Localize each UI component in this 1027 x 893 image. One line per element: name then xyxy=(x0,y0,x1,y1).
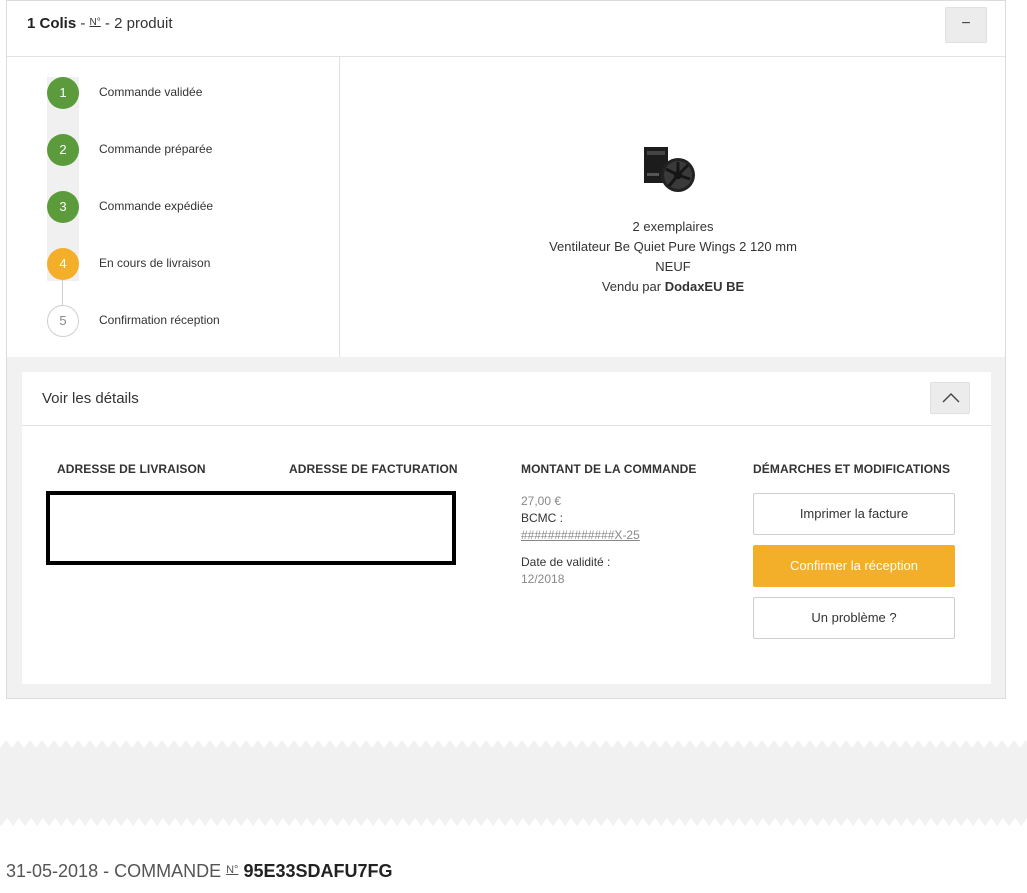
billing-address-header: ADRESSE DE FACTURATION xyxy=(289,462,458,476)
product-quantity: 2 exemplaires xyxy=(632,219,714,234)
order-date: 31-05-2018 xyxy=(6,861,99,881)
product-image[interactable] xyxy=(642,145,698,195)
step-validated: 1 Commande validée xyxy=(47,77,307,109)
minus-icon: − xyxy=(961,15,971,32)
order-header: 31-05-2018 - COMMANDE N° 95E33SDAFU7FG xyxy=(6,861,393,881)
order-label: COMMANDE xyxy=(114,861,227,881)
print-invoice-button[interactable]: Imprimer la facture xyxy=(753,493,955,535)
product-name[interactable]: Ventilateur Be Quiet Pure Wings 2 120 mm xyxy=(341,237,1005,257)
card-number[interactable]: ##############X-25 xyxy=(521,527,640,544)
step-number: 5 xyxy=(47,305,79,337)
product-condition: NEUF xyxy=(655,259,691,274)
zigzag-separator xyxy=(0,740,1027,826)
details-title: Voir les détails xyxy=(42,390,139,407)
details-header[interactable]: Voir les détails xyxy=(22,372,991,426)
package-count: 1 Colis xyxy=(27,15,77,32)
seller-name[interactable]: DodaxEU BE xyxy=(665,279,744,294)
package-product-count: 2 produit xyxy=(114,15,173,32)
package-card: 1 Colis - N° - 2 produit − 1 Commande va… xyxy=(6,0,1006,699)
validity-value: 12/2018 xyxy=(521,572,565,586)
order-number[interactable]: 95E33SDAFU7FG xyxy=(243,861,392,881)
details-section: Voir les détails ADRESSE DE LIVRAISON AD… xyxy=(7,357,1005,698)
step-label: Commande expédiée xyxy=(99,199,214,213)
shipping-address-header: ADRESSE DE LIVRAISON xyxy=(57,462,206,476)
step-shipped: 3 Commande expédiée xyxy=(47,191,307,223)
step-number: 4 xyxy=(47,248,79,280)
report-problem-button[interactable]: Un problème ? xyxy=(753,597,955,639)
step-label: Commande préparée xyxy=(99,142,213,156)
confirm-reception-button[interactable]: Confirmer la réception xyxy=(753,545,955,587)
step-delivering: 4 En cours de livraison xyxy=(47,248,307,280)
step-label: Confirmation réception xyxy=(99,313,220,327)
redacted-addresses xyxy=(46,491,456,565)
step-label: En cours de livraison xyxy=(99,256,211,270)
package-number-label: N° xyxy=(89,17,101,28)
step-number: 1 xyxy=(47,77,79,109)
step-confirmation: 5 Confirmation réception xyxy=(47,305,307,337)
toggle-details-button[interactable] xyxy=(930,382,970,414)
details-panel: Voir les détails ADRESSE DE LIVRAISON AD… xyxy=(22,372,991,684)
order-number-label: N° xyxy=(226,864,239,876)
step-number: 2 xyxy=(47,134,79,166)
order-amount-info: 27,00 € BCMC : ##############X-25 Date d… xyxy=(521,493,640,588)
validity-label: Date de validité : xyxy=(521,555,611,569)
step-label: Commande validée xyxy=(99,85,203,99)
product-summary: 2 exemplaires Ventilateur Be Quiet Pure … xyxy=(341,57,1005,357)
package-header: 1 Colis - N° - 2 produit − xyxy=(7,1,1005,57)
payment-method-label: BCMC : xyxy=(521,511,563,525)
amount-header: MONTANT DE LA COMMANDE xyxy=(521,462,697,476)
order-amount: 27,00 € xyxy=(521,494,562,508)
product-info: 2 exemplaires Ventilateur Be Quiet Pure … xyxy=(341,217,1005,297)
step-number: 3 xyxy=(47,191,79,223)
collapse-package-button[interactable]: − xyxy=(945,7,987,43)
order-progress: 1 Commande validée 2 Commande préparée 3… xyxy=(7,57,340,357)
step-prepared: 2 Commande préparée xyxy=(47,134,307,166)
product-seller: Vendu par DodaxEU BE xyxy=(601,279,745,294)
package-title: 1 Colis - N° - 2 produit xyxy=(27,15,173,32)
actions-header: DÉMARCHES ET MODIFICATIONS xyxy=(753,462,951,476)
chevron-up-icon xyxy=(942,393,960,403)
